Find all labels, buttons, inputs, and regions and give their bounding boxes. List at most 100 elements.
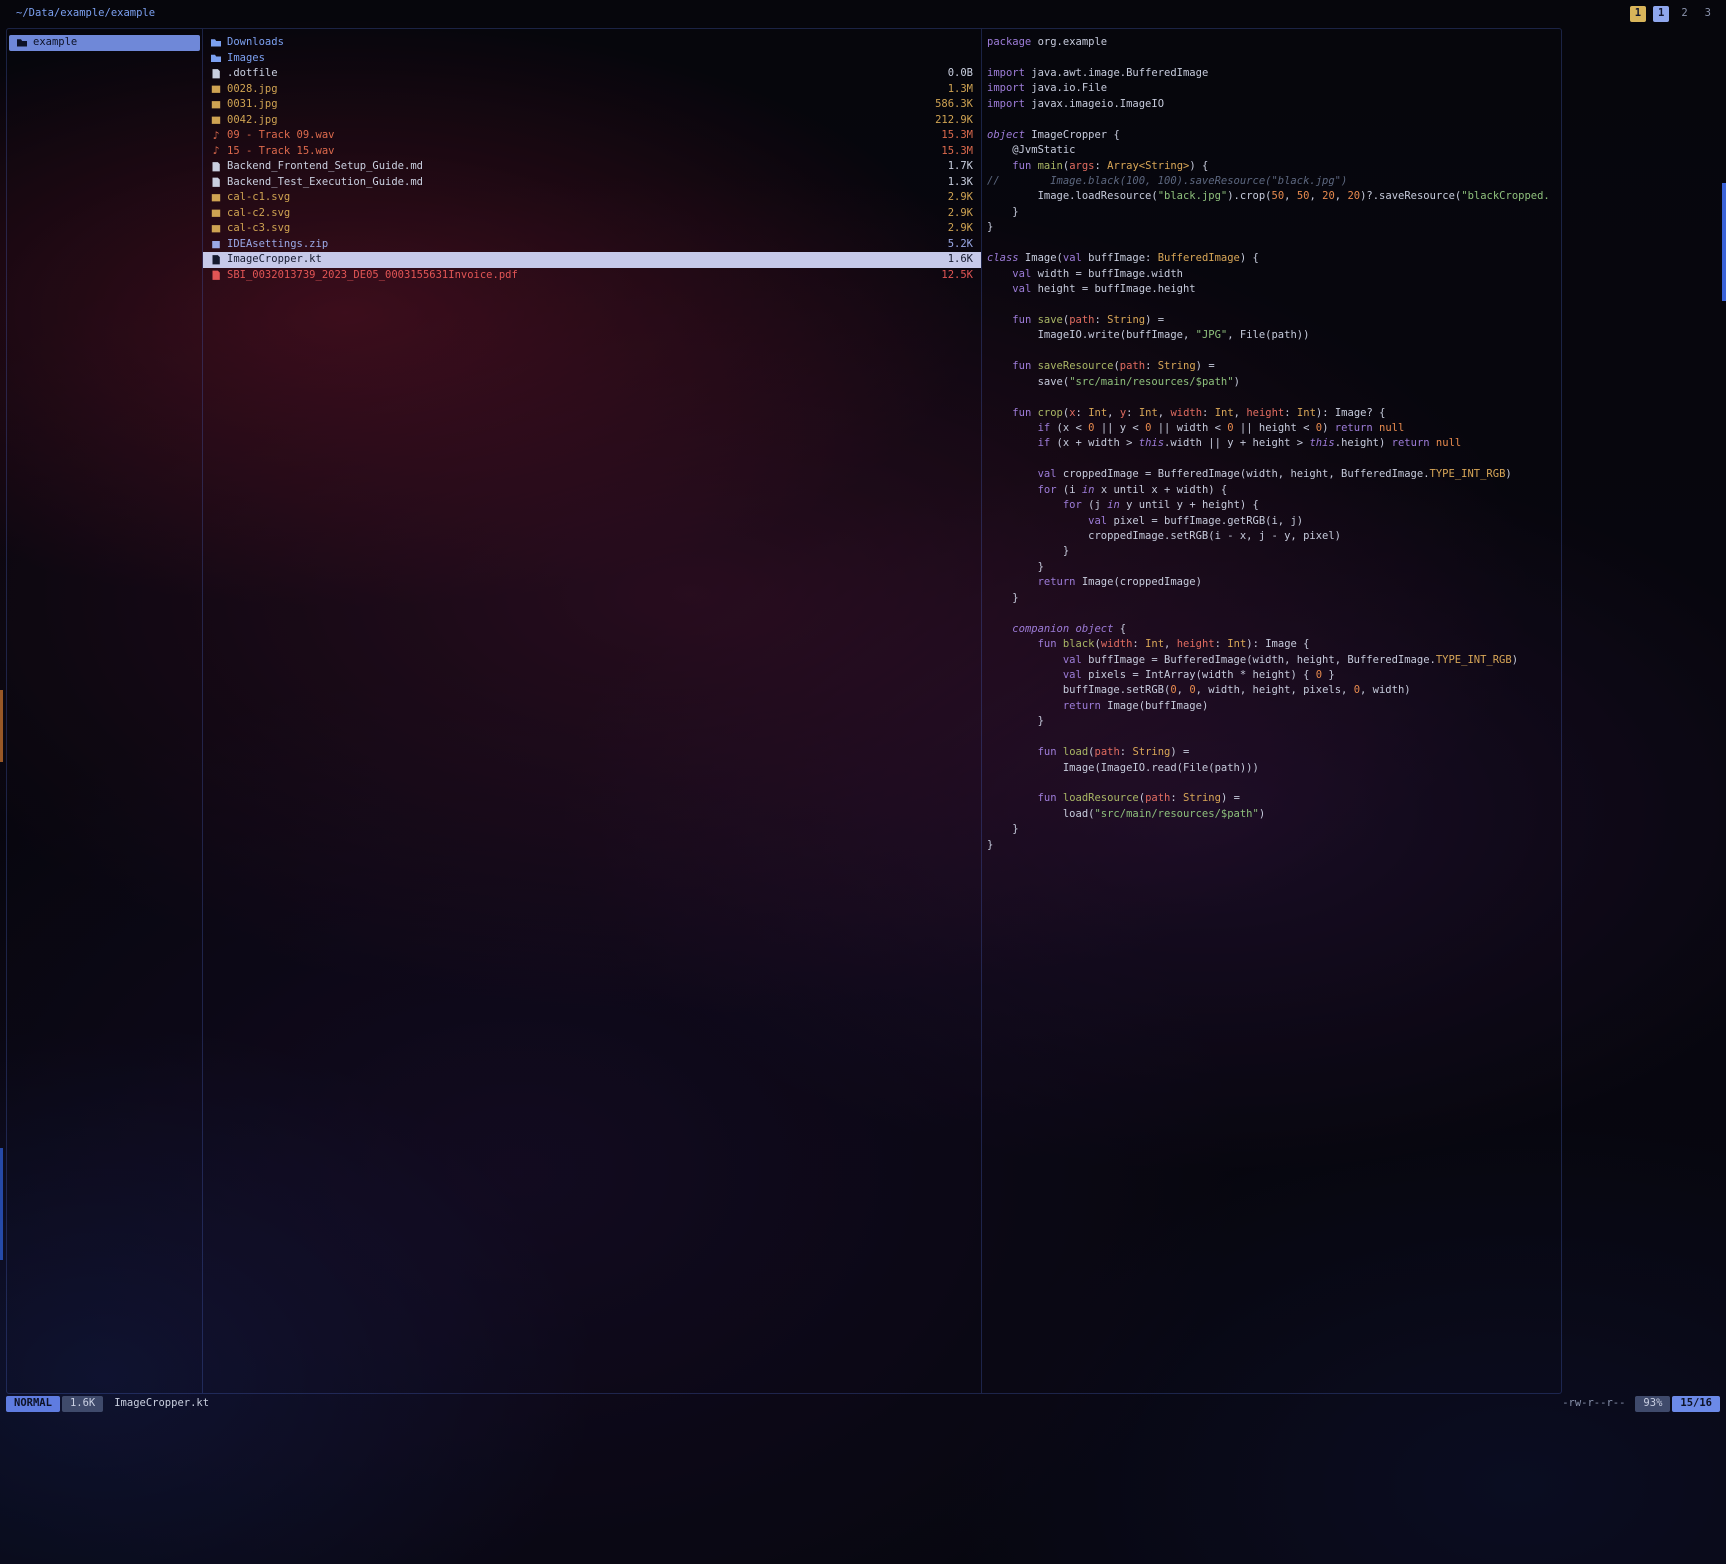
code-line: for (j in y until y + height) { — [987, 498, 1561, 513]
code-line — [987, 344, 1561, 359]
code-line: class Image(val buffImage: BufferedImage… — [987, 251, 1561, 266]
file-name: cal-c2.svg — [227, 206, 934, 222]
scroll-percent-badge: 93% — [1635, 1396, 1670, 1412]
tab[interactable]: 2 — [1676, 6, 1692, 22]
code-line: val width = buffImage.width — [987, 267, 1561, 282]
breadcrumb: ~/Data/example/example — [16, 6, 155, 22]
code-line — [987, 452, 1561, 467]
file-size: 0.0B — [948, 66, 973, 82]
file-row[interactable]: Backend_Frontend_Setup_Guide.md 1.7K — [203, 159, 981, 175]
code-line: } — [987, 205, 1561, 220]
file-type-icon — [211, 38, 221, 48]
code-line — [987, 776, 1561, 791]
code-line: fun save(path: String) = — [987, 313, 1561, 328]
file-name: 0031.jpg — [227, 97, 921, 113]
code-line — [987, 297, 1561, 312]
code-line — [987, 50, 1561, 65]
file-type-icon — [211, 146, 221, 156]
code-line: fun crop(x: Int, y: Int, width: Int, hei… — [987, 406, 1561, 421]
file-name: Backend_Frontend_Setup_Guide.md — [227, 159, 934, 175]
file-type-icon — [211, 208, 221, 218]
file-name: cal-c3.svg — [227, 221, 934, 237]
code-line — [987, 606, 1561, 621]
code-line: // Image.black(100, 100).saveResource("b… — [987, 174, 1561, 189]
tab[interactable]: 3 — [1700, 6, 1716, 22]
file-size: 1.6K — [948, 252, 973, 268]
code-line: } — [987, 822, 1561, 837]
file-type-icon — [211, 69, 221, 79]
file-row[interactable]: 0028.jpg 1.3M — [203, 82, 981, 98]
cursor-position-badge: 15/16 — [1672, 1396, 1720, 1412]
code-line: val croppedImage = BufferedImage(width, … — [987, 467, 1561, 482]
file-row[interactable]: 0042.jpg 212.9K — [203, 113, 981, 129]
code-line: val pixels = IntArray(width * height) { … — [987, 668, 1561, 683]
mode-badge: NORMAL — [6, 1396, 60, 1412]
code-line — [987, 730, 1561, 745]
code-preview: package org.exampleimport java.awt.image… — [982, 29, 1561, 1393]
file-size: 15.3M — [941, 144, 973, 160]
code-line — [987, 112, 1561, 127]
file-row[interactable]: SBI_0032013739_2023_DE05_0003155631Invoi… — [203, 268, 981, 284]
tab[interactable]: 1 — [1630, 6, 1646, 22]
file-type-icon — [211, 100, 221, 110]
file-name: Backend_Test_Execution_Guide.md — [227, 175, 934, 191]
code-line: } — [987, 544, 1561, 559]
code-line: val buffImage = BufferedImage(width, hei… — [987, 653, 1561, 668]
file-size: 212.9K — [935, 113, 973, 129]
file-name: Downloads — [227, 35, 959, 51]
code-line: } — [987, 838, 1561, 853]
file-type-icon — [211, 270, 221, 280]
file-row[interactable]: Downloads — [203, 35, 981, 51]
code-line: val height = buffImage.height — [987, 282, 1561, 297]
code-line: for (i in x until x + width) { — [987, 483, 1561, 498]
tab[interactable]: 1 — [1653, 6, 1669, 22]
file-type-icon — [211, 193, 221, 203]
code-line: import java.awt.image.BufferedImage — [987, 66, 1561, 81]
file-name: example — [33, 35, 178, 51]
file-row[interactable]: 0031.jpg 586.3K — [203, 97, 981, 113]
file-row[interactable]: Images — [203, 51, 981, 67]
file-name: 09 - Track 09.wav — [227, 128, 927, 144]
file-row[interactable]: 09 - Track 09.wav 15.3M — [203, 128, 981, 144]
file-row[interactable]: cal-c1.svg 2.9K — [203, 190, 981, 206]
file-size: 12.5K — [941, 268, 973, 284]
file-row[interactable]: cal-c2.svg 2.9K — [203, 206, 981, 222]
tab-bar: 1123 — [1630, 6, 1716, 22]
code-line: @JvmStatic — [987, 143, 1561, 158]
file-row[interactable]: ImageCropper.kt 1.6K — [203, 252, 981, 268]
file-row[interactable]: Backend_Test_Execution_Guide.md 1.3K — [203, 175, 981, 191]
file-size: 1.3M — [948, 82, 973, 98]
file-row[interactable]: IDEAsettings.zip 5.2K — [203, 237, 981, 253]
code-line: Image.loadResource("black.jpg").crop(50,… — [987, 189, 1561, 204]
code-line: fun saveResource(path: String) = — [987, 359, 1561, 374]
file-type-icon — [211, 255, 221, 265]
status-left: NORMAL 1.6K ImageCropper.kt — [6, 1396, 209, 1412]
code-line: fun main(args: Array<String>) { — [987, 159, 1561, 174]
file-name: 0028.jpg — [227, 82, 934, 98]
code-line: if (x < 0 || y < 0 || width < 0 || heigh… — [987, 421, 1561, 436]
code-line: return Image(croppedImage) — [987, 575, 1561, 590]
code-line — [987, 236, 1561, 251]
file-name: IDEAsettings.zip — [227, 237, 934, 253]
file-name: .dotfile — [227, 66, 934, 82]
file-row[interactable]: .dotfile 0.0B — [203, 66, 981, 82]
file-row[interactable]: cal-c3.svg 2.9K — [203, 221, 981, 237]
file-name: 15 - Track 15.wav — [227, 144, 927, 160]
file-type-icon — [211, 162, 221, 172]
code-line: ImageIO.write(buffImage, "JPG", File(pat… — [987, 328, 1561, 343]
code-line: } — [987, 560, 1561, 575]
file-name: 0042.jpg — [227, 113, 921, 129]
file-size-badge: 1.6K — [62, 1396, 103, 1412]
file-type-icon — [211, 53, 221, 63]
code-line: } — [987, 591, 1561, 606]
file-size: 1.3K — [948, 175, 973, 191]
file-row[interactable]: 15 - Track 15.wav 15.3M — [203, 144, 981, 160]
file-row[interactable]: example — [9, 35, 200, 51]
code-line: return Image(buffImage) — [987, 699, 1561, 714]
header-bar: ~/Data/example/example 1123 — [16, 4, 1716, 24]
code-line: import javax.imageio.ImageIO — [987, 97, 1561, 112]
file-size: 5.2K — [948, 237, 973, 253]
scrollbar[interactable] — [1722, 183, 1726, 301]
wallpaper-strip-orange — [0, 690, 3, 762]
code-line: object ImageCropper { — [987, 128, 1561, 143]
